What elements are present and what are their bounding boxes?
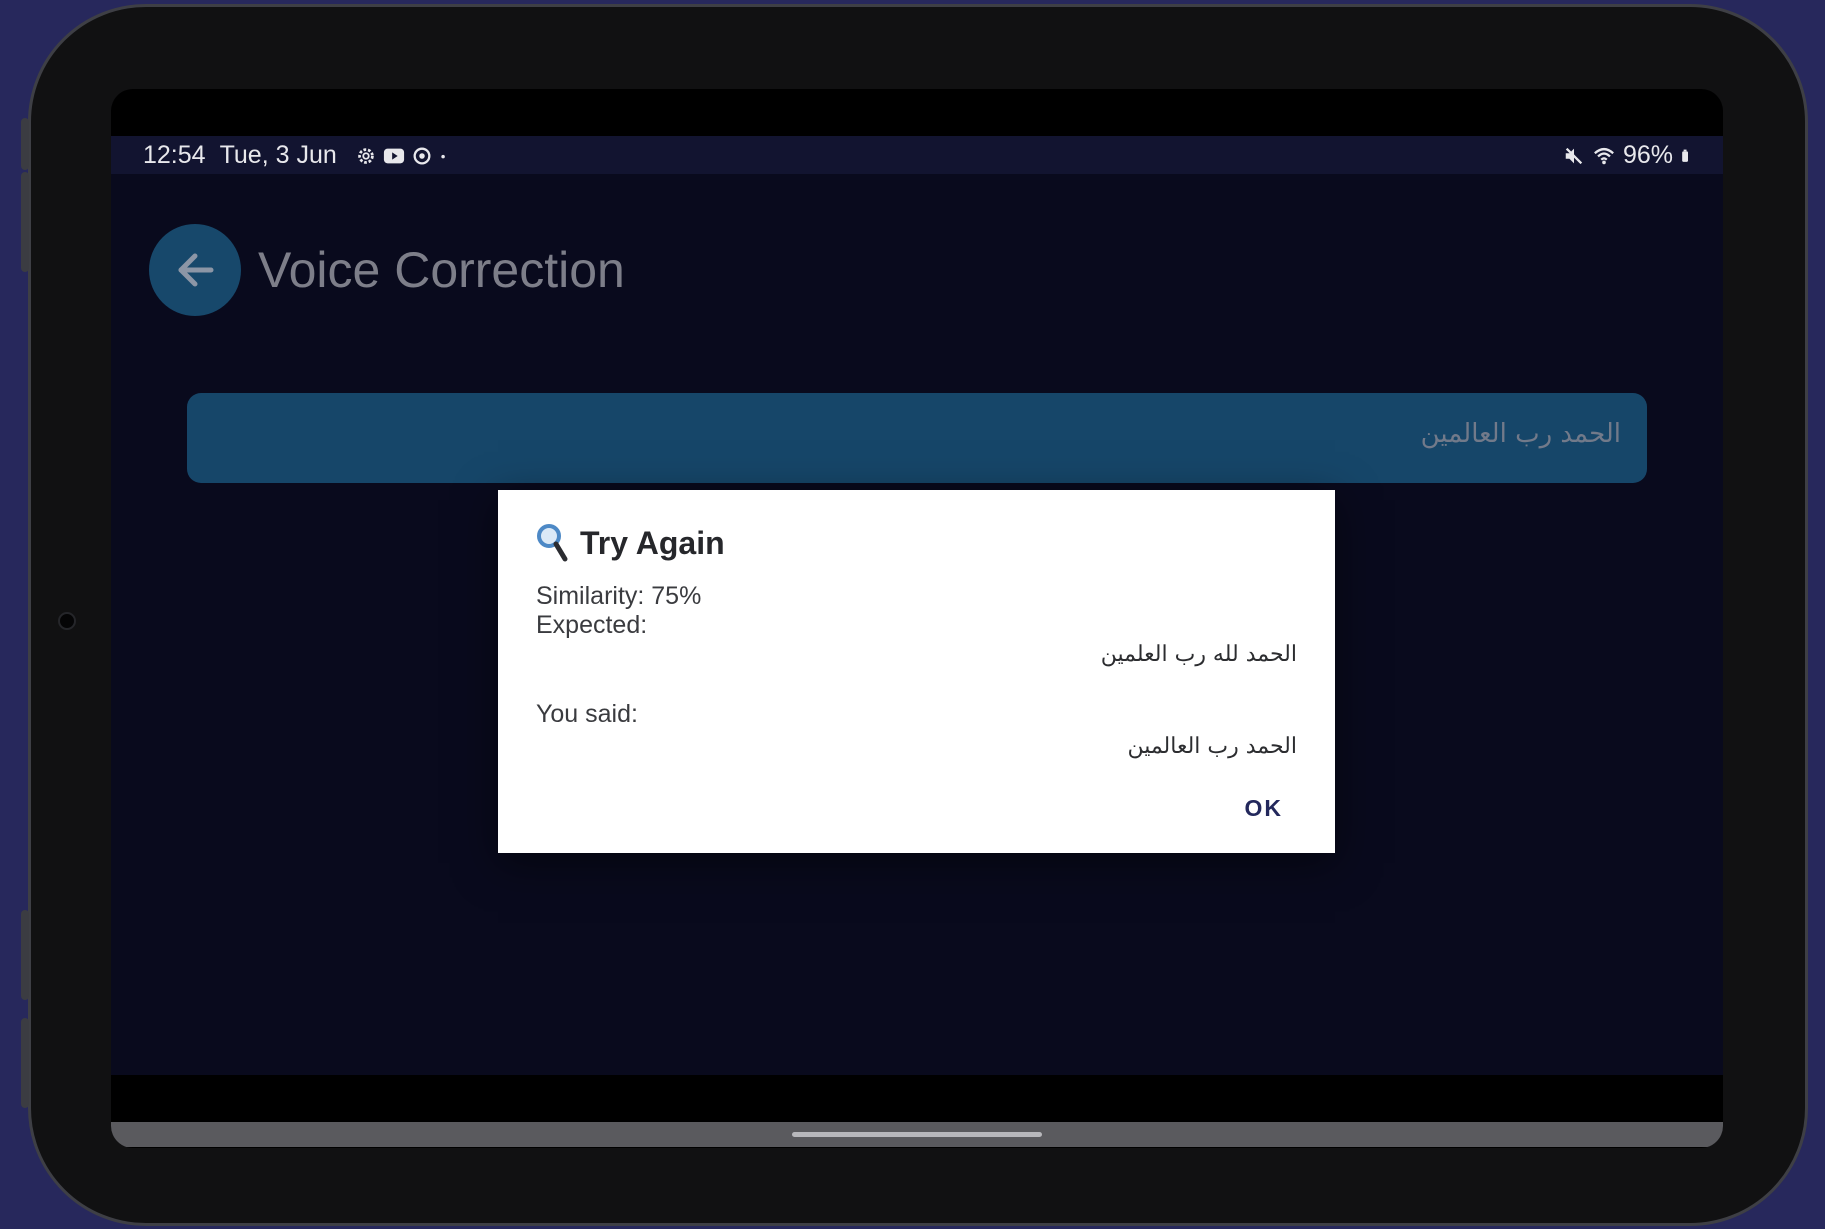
you-said-text: الحمد رب العالمين bbox=[1127, 734, 1297, 759]
magnifier-icon bbox=[537, 524, 568, 562]
wifi-icon bbox=[1594, 147, 1614, 164]
app-bar: Voice Correction bbox=[149, 224, 625, 316]
app-content: 12:54 Tue, 3 Jun 96% Voice Correction ال… bbox=[111, 136, 1723, 1147]
arrow-left-icon bbox=[178, 253, 214, 287]
back-button[interactable] bbox=[149, 224, 241, 316]
you-said-label: You said: bbox=[536, 700, 638, 728]
battery-percent: 96% bbox=[1622, 141, 1673, 169]
mute-icon bbox=[1565, 147, 1583, 164]
device-side-button bbox=[21, 118, 29, 170]
page-title: Voice Correction bbox=[258, 242, 625, 298]
home-gesture-handle[interactable] bbox=[792, 1132, 1042, 1137]
status-time: 12:54 bbox=[143, 141, 206, 169]
device-side-button bbox=[21, 172, 29, 272]
expected-label: Expected: bbox=[536, 611, 648, 639]
dialog-body: Similarity: 75% Expected: الحمد لله رب ا… bbox=[536, 582, 1297, 762]
youtube-icon bbox=[383, 148, 404, 163]
device-screen: 12:54 Tue, 3 Jun 96% Voice Correction ال… bbox=[111, 89, 1723, 1148]
status-bar: 12:54 Tue, 3 Jun 96% bbox=[111, 136, 1723, 174]
expected-text: الحمد لله رب العلمين bbox=[1100, 642, 1297, 667]
phrase-card[interactable]: الحمد رب العالمين bbox=[187, 393, 1647, 483]
status-date: Tue, 3 Jun bbox=[219, 141, 337, 169]
ok-button[interactable]: OK bbox=[1245, 795, 1284, 822]
dot-icon bbox=[441, 154, 445, 158]
device-side-button bbox=[21, 910, 29, 1000]
try-again-dialog: Try Again Similarity: 75% Expected: الحم… bbox=[498, 490, 1335, 853]
battery-icon bbox=[1682, 149, 1688, 162]
settings-icon bbox=[357, 147, 374, 164]
device-side-button bbox=[21, 1018, 29, 1108]
front-camera bbox=[58, 612, 76, 630]
navigation-bar bbox=[111, 1122, 1723, 1147]
similarity-text: Similarity: 75% bbox=[536, 582, 702, 610]
sync-icon bbox=[413, 147, 431, 164]
dialog-title-text: Try Again bbox=[580, 524, 725, 561]
phrase-text: الحمد رب العالمين bbox=[1420, 419, 1621, 449]
dialog-title: Try Again bbox=[536, 523, 725, 563]
